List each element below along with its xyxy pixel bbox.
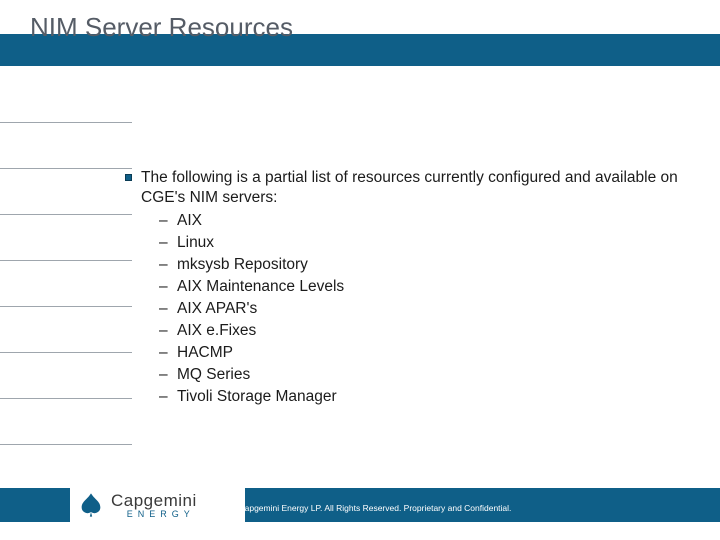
resource-list: –AIX–Linux–mksysb Repository–AIX Mainten…	[159, 210, 680, 408]
dash-icon: –	[159, 342, 168, 364]
dash-icon: –	[159, 210, 168, 232]
rule-line	[0, 306, 132, 307]
rule-line	[0, 352, 132, 353]
left-rules	[0, 90, 132, 460]
list-item: –mksysb Repository	[159, 254, 680, 276]
list-item-label: mksysb Repository	[177, 256, 308, 273]
rule-line	[0, 122, 132, 123]
list-item-label: HACMP	[177, 344, 233, 361]
list-item-label: AIX	[177, 212, 202, 229]
list-item-label: AIX Maintenance Levels	[177, 278, 344, 295]
dash-icon: –	[159, 320, 168, 342]
copyright: © 2004 Capgemini Energy LP. All Rights R…	[0, 503, 720, 513]
dash-icon: –	[159, 276, 168, 298]
list-item-label: Linux	[177, 234, 214, 251]
dash-icon: –	[159, 386, 168, 408]
list-item: –AIX e.Fixes	[159, 320, 680, 342]
list-item: –MQ Series	[159, 364, 680, 386]
list-item: –HACMP	[159, 342, 680, 364]
dash-icon: –	[159, 364, 168, 386]
bullet-icon	[125, 174, 132, 181]
list-item-label: AIX APAR's	[177, 300, 257, 317]
list-item: –Tivoli Storage Manager	[159, 386, 680, 408]
list-item-label: AIX e.Fixes	[177, 322, 256, 339]
rule-line	[0, 260, 132, 261]
slide-title: NIM Server Resources	[30, 12, 293, 43]
body-content: The following is a partial list of resou…	[125, 168, 680, 408]
lead-text: The following is a partial list of resou…	[141, 168, 680, 208]
list-item-label: MQ Series	[177, 366, 250, 383]
list-item: –AIX APAR's	[159, 298, 680, 320]
list-item-label: Tivoli Storage Manager	[177, 388, 337, 405]
rule-line	[0, 444, 132, 445]
rule-line	[0, 398, 132, 399]
dash-icon: –	[159, 232, 168, 254]
list-item: –Linux	[159, 232, 680, 254]
list-item: –AIX	[159, 210, 680, 232]
rule-line	[0, 214, 132, 215]
dash-icon: –	[159, 298, 168, 320]
list-item: –AIX Maintenance Levels	[159, 276, 680, 298]
dash-icon: –	[159, 254, 168, 276]
rule-line	[0, 168, 132, 169]
